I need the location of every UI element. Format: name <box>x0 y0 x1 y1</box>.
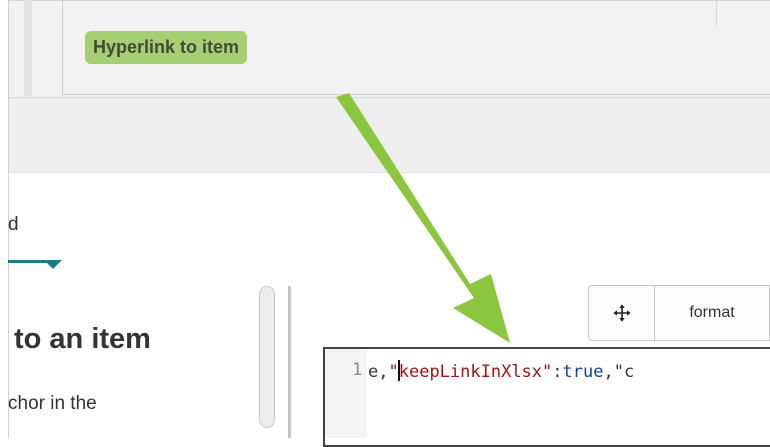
move-button[interactable] <box>588 285 655 341</box>
toolbar-band <box>8 98 770 173</box>
panel-divider <box>288 286 291 438</box>
column-grip[interactable] <box>24 0 32 96</box>
cell-bottom-border <box>62 94 770 95</box>
code-value: true <box>562 362 604 382</box>
tab-label-fragment[interactable]: d <box>8 214 19 236</box>
format-button[interactable]: format <box>654 285 770 341</box>
code-suffix: ,"c <box>603 362 635 382</box>
cell-divider <box>716 0 717 26</box>
line-number: 1 <box>352 360 363 380</box>
move-arrows-icon <box>613 304 630 322</box>
section-heading: to an item <box>14 323 151 355</box>
code-line[interactable]: e,"keepLinkInXlsx":true,"c <box>368 360 634 382</box>
cell-divider <box>62 0 63 94</box>
hyperlink-badge[interactable]: Hyperlink to item <box>85 31 248 64</box>
code-key: keepLinkInXlsx" <box>398 362 553 382</box>
active-tab-caret-icon <box>44 260 62 269</box>
top-border <box>0 0 770 1</box>
code-colon: : <box>552 362 563 382</box>
panel-splitter-handle[interactable] <box>259 286 275 428</box>
code-prefix: e, <box>368 362 389 382</box>
section-body-text: chor in the <box>8 393 97 414</box>
